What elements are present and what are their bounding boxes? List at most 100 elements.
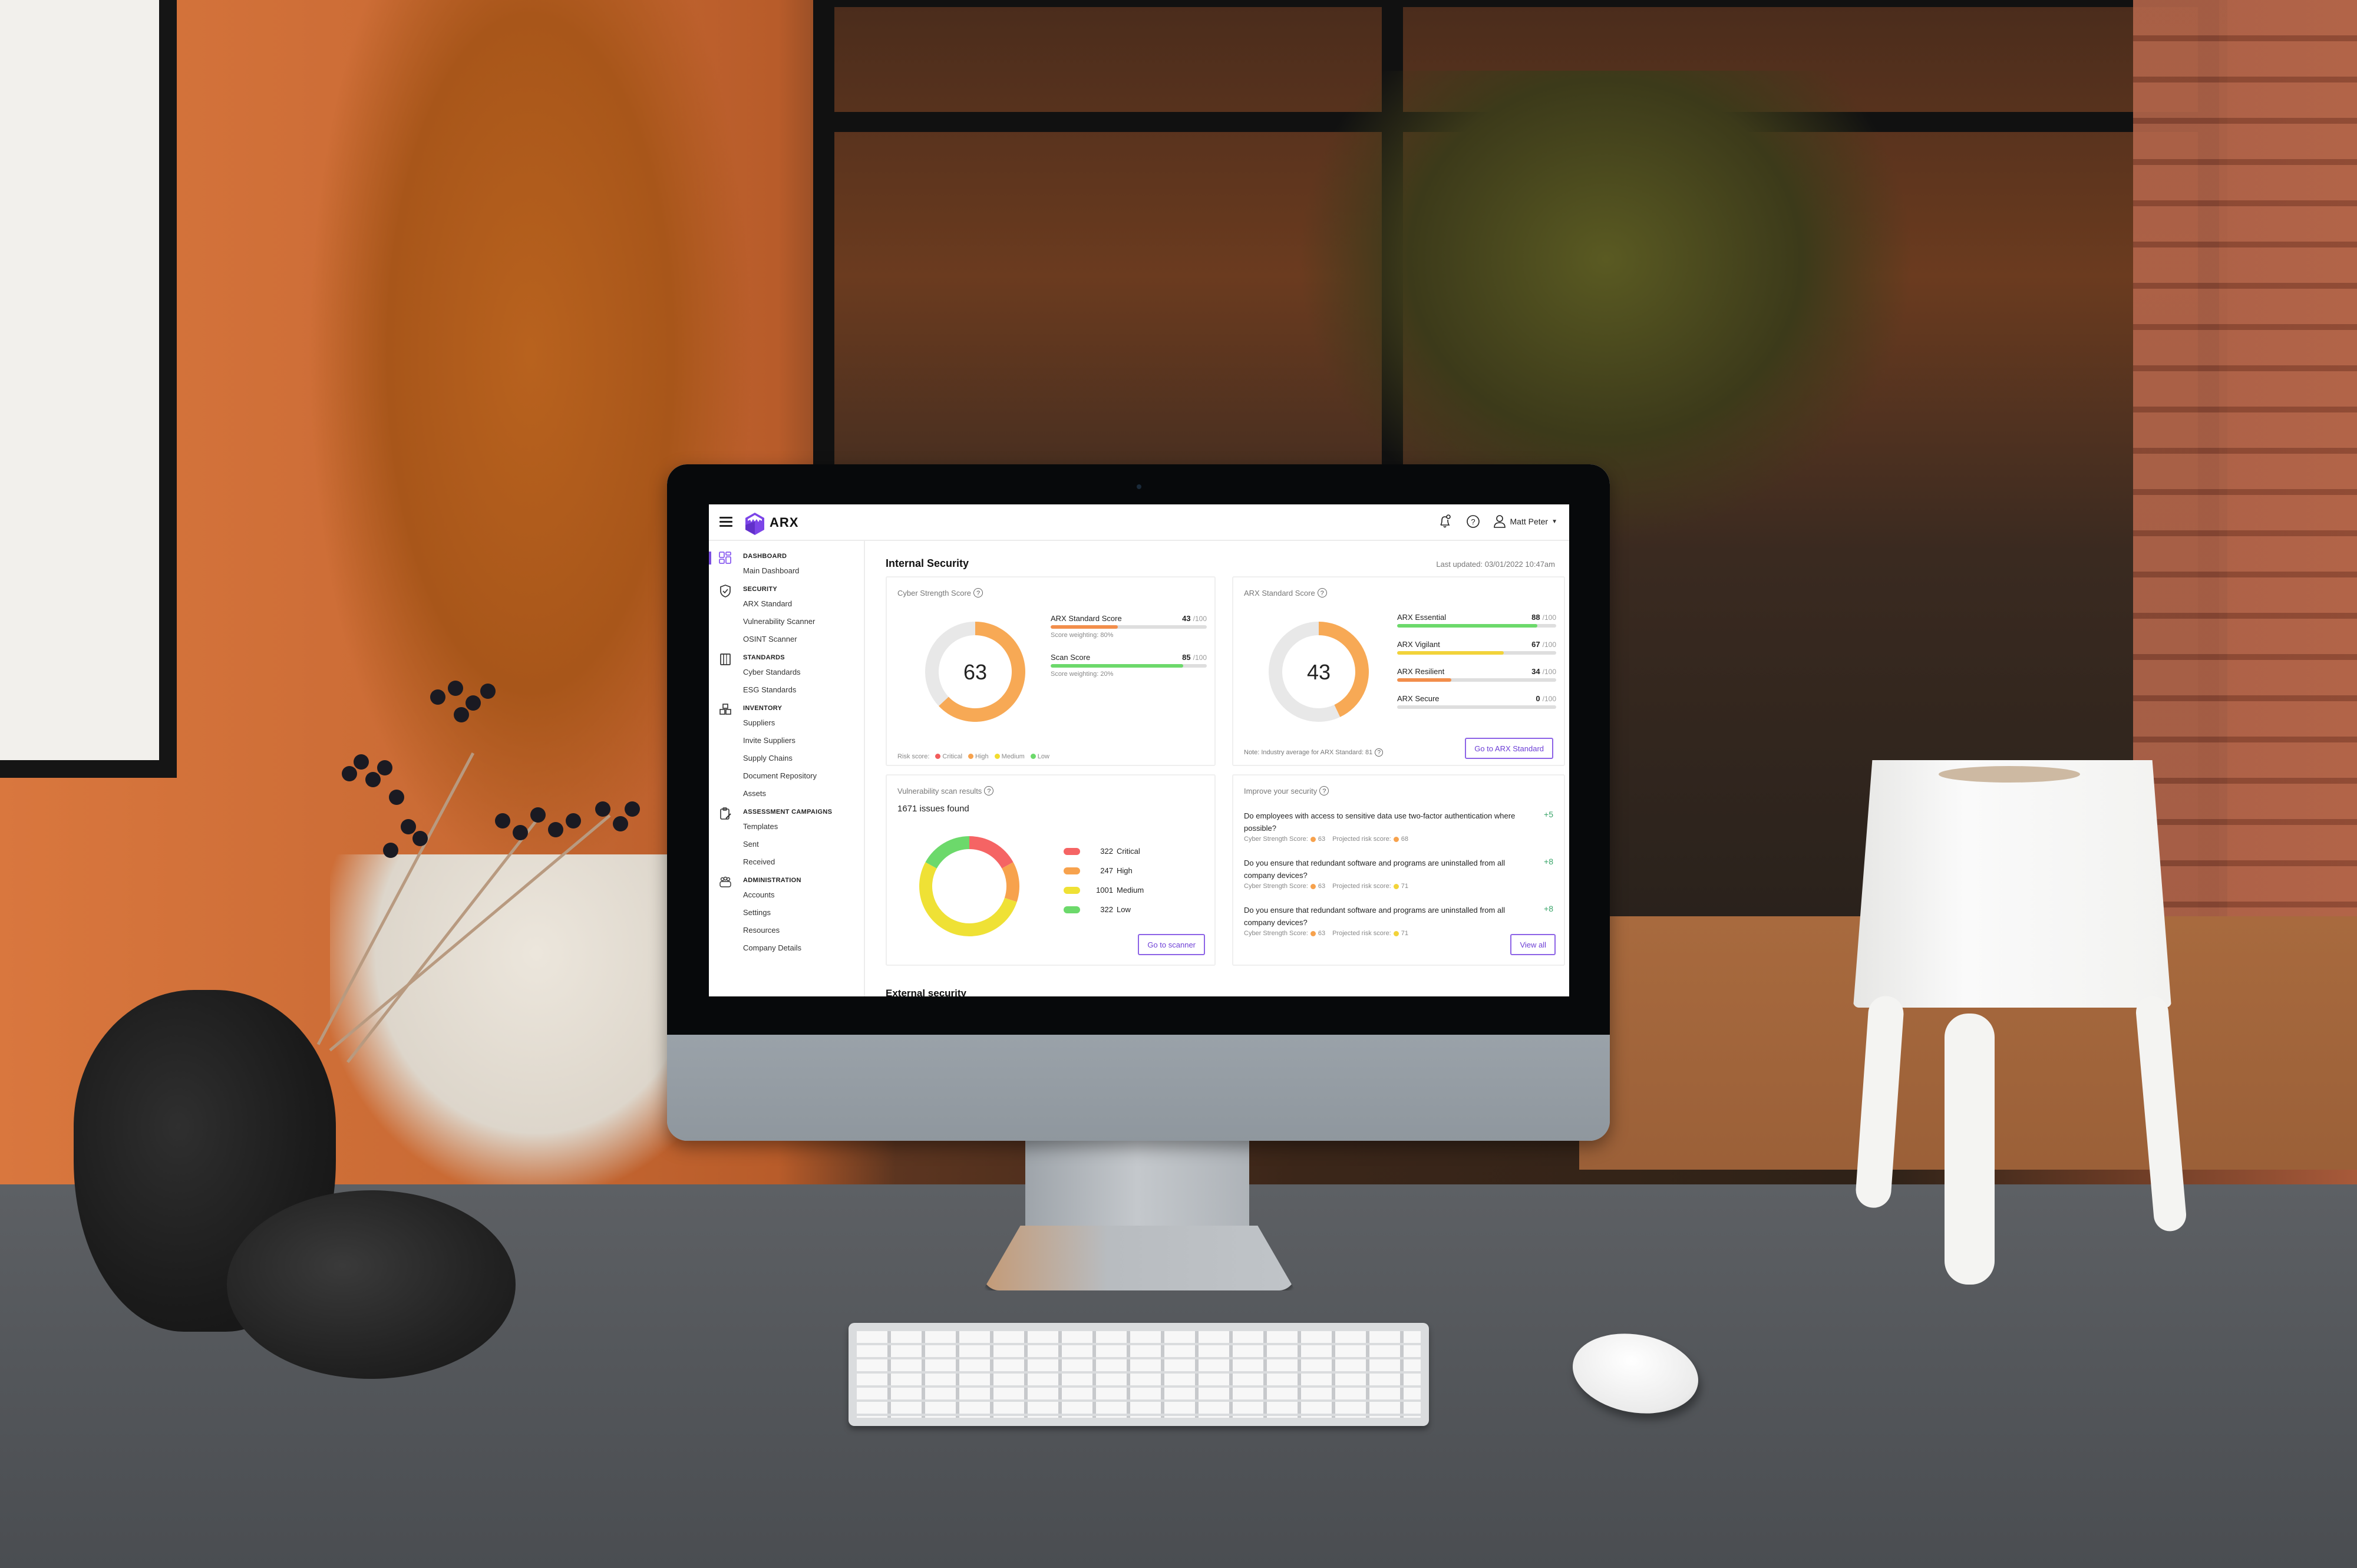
help-icon[interactable]: ? [1464, 513, 1482, 530]
sidebar-item-invite-suppliers[interactable]: Invite Suppliers [743, 732, 864, 750]
brand-name: ARX [770, 515, 799, 530]
sidebar-item-templates[interactable]: Templates [743, 818, 864, 836]
dashboard-grid-icon [719, 552, 731, 564]
risk-dot-icon [1310, 883, 1316, 889]
score-gain: +8 [1544, 904, 1553, 913]
sidebar-item-settings[interactable]: Settings [743, 904, 864, 922]
score-bar-max: /100 [1542, 668, 1556, 676]
sidebar-item-esg-standards[interactable]: ESG Standards [743, 681, 864, 699]
berry [389, 790, 404, 805]
improvement-item[interactable]: Do you ensure that redundant software an… [1244, 904, 1553, 951]
improvement-item[interactable]: Do employees with access to sensitive da… [1244, 810, 1553, 857]
improvement-list: Do employees with access to sensitive da… [1244, 810, 1553, 951]
sidebar-item-suppliers[interactable]: Suppliers [743, 714, 864, 732]
risk-legend: Risk score: Critical High Medium Low [897, 753, 1049, 760]
sidebar-item-supply-chains[interactable]: Supply Chains [743, 750, 864, 767]
card-title-text: ARX Standard Score [1244, 588, 1315, 598]
background-picture-frame [0, 0, 177, 778]
score-bar-row: ARX Essential 88/100 [1397, 613, 1556, 640]
legend-item-low: 322 Low [1064, 900, 1144, 919]
menu-icon[interactable] [719, 517, 732, 527]
round-black-vase [227, 1190, 516, 1379]
projected-score-label: Projected risk score: [1332, 836, 1391, 843]
shield-check-icon [720, 585, 731, 598]
sidebar-item-main-dashboard[interactable]: Main Dashboard [743, 562, 864, 580]
help-icon[interactable]: ? [1375, 748, 1384, 757]
risk-dot-icon [1393, 836, 1399, 842]
sidebar-item-received[interactable]: Received [743, 853, 864, 871]
improvement-item[interactable]: Do you ensure that redundant software an… [1244, 857, 1553, 904]
view-all-button[interactable]: View all [1510, 934, 1556, 955]
risk-legend-label: Risk score: [897, 753, 930, 760]
berry [613, 816, 628, 831]
bell-icon[interactable] [1436, 513, 1454, 530]
go-to-scanner-button[interactable]: Go to scanner [1138, 934, 1205, 955]
berry [383, 843, 398, 858]
berry [448, 681, 463, 696]
top-bar-actions: ? Matt Peter ▼ [1436, 513, 1557, 530]
arx-standard-donut: 43 [1269, 622, 1369, 722]
score-bar-max: /100 [1542, 613, 1556, 622]
risk-legend-item-high: High [968, 753, 989, 760]
boxes-icon [719, 704, 731, 715]
sidebar-section-assessment-campaigns: ASSESSMENT CAMPAIGNS Templates Sent Receive… [709, 806, 864, 871]
sidebar-item-arx-standard[interactable]: ARX Standard [743, 595, 864, 613]
sidebar-section-administration: ADMINISTRATION Accounts Settings Resources C… [709, 874, 864, 957]
legend-label: Medium [1117, 886, 1144, 894]
projected-score-value: 71 [1401, 883, 1408, 890]
caret-down-icon: ▼ [1551, 518, 1557, 525]
section-title-external-security: External security [886, 988, 967, 996]
sidebar-item-sent[interactable]: Sent [743, 836, 864, 853]
score-bar-max: /100 [1542, 695, 1556, 703]
svg-text:?: ? [1471, 517, 1475, 526]
sidebar-section-dashboard: DASHBOARD Main Dashboard [709, 550, 864, 580]
monitor-chin [667, 1035, 1610, 1141]
current-score-label: Cyber Strength Score: [1244, 930, 1308, 937]
berry [480, 684, 496, 699]
help-icon[interactable]: ? [1317, 588, 1327, 598]
score-weighting: Score weighting: 80% [1051, 632, 1114, 639]
legend-count: 322 [1100, 905, 1113, 914]
improvement-question: Do you ensure that redundant software an… [1244, 906, 1505, 927]
legend-swatch [1064, 906, 1080, 913]
card-title: Improve your security ? [1244, 786, 1329, 795]
sidebar-item-cyber-standards[interactable]: Cyber Standards [743, 663, 864, 681]
improvement-scores: Cyber Strength Score: 63 Projected risk sc… [1244, 883, 1553, 890]
sidebar-heading: SECURITY [743, 586, 778, 593]
top-bar: ARX ? Matt Peter ▼ [709, 504, 1569, 541]
score-bar-fill [1397, 651, 1504, 655]
lamp-opening [1939, 766, 2080, 783]
help-icon[interactable]: ? [1319, 786, 1329, 795]
current-score-label: Cyber Strength Score: [1244, 883, 1308, 890]
help-icon[interactable]: ? [973, 588, 983, 598]
sidebar-item-assets[interactable]: Assets [743, 785, 864, 803]
legend-item-high: 247 High [1064, 861, 1144, 880]
industry-note: Note: Industry average for ARX Standard:… [1244, 748, 1384, 757]
current-score-label: Cyber Strength Score: [1244, 836, 1308, 843]
current-score-value: 63 [1318, 930, 1326, 937]
berry [401, 819, 416, 834]
sidebar-heading: ASSESSMENT CAMPAIGNS [743, 808, 833, 816]
window-frame [813, 0, 2216, 7]
help-icon[interactable]: ? [984, 786, 994, 795]
score-bar-track [1397, 678, 1556, 682]
main-content: Internal Security Last updated: 03/01/20… [865, 541, 1569, 996]
risk-legend-item-critical: Critical [935, 753, 962, 760]
card-title: ARX Standard Score ? [1244, 588, 1327, 598]
sidebar-section-standards: STANDARDS Cyber Standards ESG Standards [709, 652, 864, 699]
legend-swatch [1064, 886, 1080, 894]
sidebar-item-document-repository[interactable]: Document Repository [743, 767, 864, 785]
score-bar-fill [1397, 678, 1451, 682]
improvement-scores: Cyber Strength Score: 63 Projected risk sc… [1244, 930, 1553, 937]
sidebar-section-inventory: INVENTORY Suppliers Invite Suppliers Supply… [709, 702, 864, 803]
sidebar-item-accounts[interactable]: Accounts [743, 886, 864, 904]
score-bar-label: Scan Score [1051, 653, 1091, 662]
go-to-arx-standard-button[interactable]: Go to ARX Standard [1465, 738, 1553, 759]
user-menu[interactable]: Matt Peter ▼ [1493, 514, 1557, 529]
sidebar-item-company-details[interactable]: Company Details [743, 939, 864, 957]
sidebar-item-osint-scanner[interactable]: OSINT Scanner [743, 630, 864, 648]
sidebar-item-vulnerability-scanner[interactable]: Vulnerability Scanner [743, 613, 864, 630]
legend-count: 322 [1100, 847, 1113, 856]
score-bar-row: ARX Standard Score 43/100 Score weighting:… [1051, 614, 1207, 653]
sidebar-item-resources[interactable]: Resources [743, 922, 864, 939]
